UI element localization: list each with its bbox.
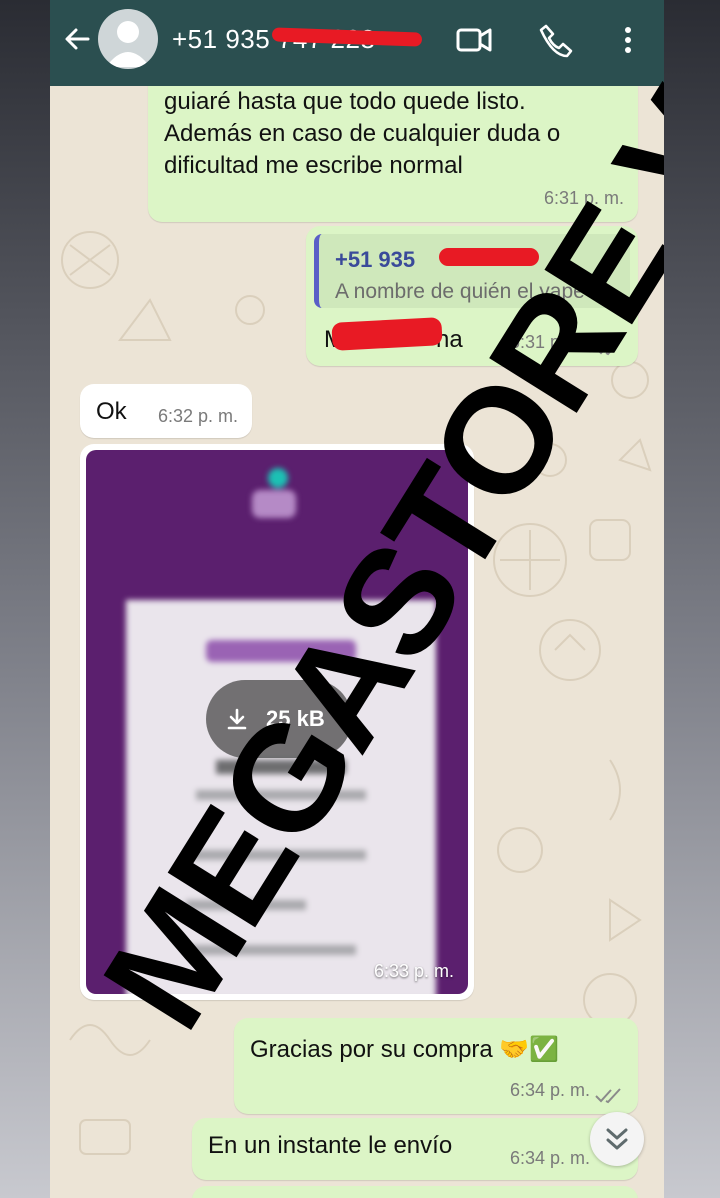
message-text: Ok (96, 398, 127, 425)
blurred-receipt (126, 600, 436, 994)
more-vert-icon[interactable] (610, 22, 646, 58)
message-bubble-incoming[interactable]: Ok 6:32 p. m. (80, 384, 252, 438)
quoted-message[interactable]: +51 935 A nombre de quién el yape (314, 234, 630, 308)
message-text: Además en caso de cualquier duda o (164, 120, 561, 147)
image-message[interactable]: 25 kB 6:33 p. m. (80, 444, 474, 1000)
scroll-to-bottom-button[interactable] (590, 1112, 644, 1166)
message-text: guiaré hasta que todo quede listo. (164, 88, 526, 115)
quoted-text: A nombre de quién el yape (335, 280, 585, 303)
message-text: dificultad me escribe normal (164, 152, 463, 179)
download-size: 25 kB (266, 706, 325, 731)
download-button[interactable]: 25 kB (206, 680, 352, 758)
message-bubble-outgoing[interactable]: En un instante le envío 6:34 p. m. (192, 1118, 638, 1180)
quoted-sender: +51 935 (335, 247, 416, 272)
read-ticks-icon (595, 340, 621, 356)
download-icon (227, 708, 247, 730)
chat-screen: +51 935 747 228 guiaré hasta que todo qu… (50, 0, 664, 1198)
message-time: 6:31 p. m. (509, 332, 590, 352)
arrow-left-icon[interactable] (62, 24, 92, 54)
message-text: Gracias por su compra 🤝✅ (250, 1036, 560, 1063)
contact-avatar[interactable] (98, 9, 158, 69)
redaction-mark (331, 317, 443, 351)
message-bubble-outgoing[interactable] (192, 1186, 638, 1198)
read-ticks-icon (595, 1088, 621, 1104)
chat-header: +51 935 747 228 (50, 0, 664, 86)
redaction-mark (439, 248, 539, 266)
background-left (0, 0, 50, 1198)
double-chevron-down-icon (606, 1128, 628, 1150)
message-time: 6:34 p. m. (509, 1148, 590, 1168)
message-time: 6:34 p. m. (509, 1080, 590, 1100)
message-bubble-outgoing[interactable]: Gracias por su compra 🤝✅ 6:34 p. m. (234, 1018, 638, 1114)
message-bubble-outgoing[interactable]: +51 935 A nombre de quién el yape M na 6… (306, 226, 638, 366)
person-icon (106, 21, 150, 67)
message-time: 6:32 p. m. (157, 406, 238, 426)
message-bubble-outgoing[interactable]: guiaré hasta que todo quede listo. Ademá… (148, 66, 638, 222)
message-time: 6:33 p. m. (373, 961, 454, 981)
video-call-icon[interactable] (456, 22, 492, 58)
message-text: En un instante le envío (208, 1132, 453, 1159)
background-right (664, 0, 720, 1198)
phone-icon[interactable] (538, 22, 574, 58)
image-preview[interactable]: 25 kB 6:33 p. m. (86, 450, 468, 994)
image-logo (246, 468, 306, 528)
message-time: 6:31 p. m. (543, 188, 624, 208)
